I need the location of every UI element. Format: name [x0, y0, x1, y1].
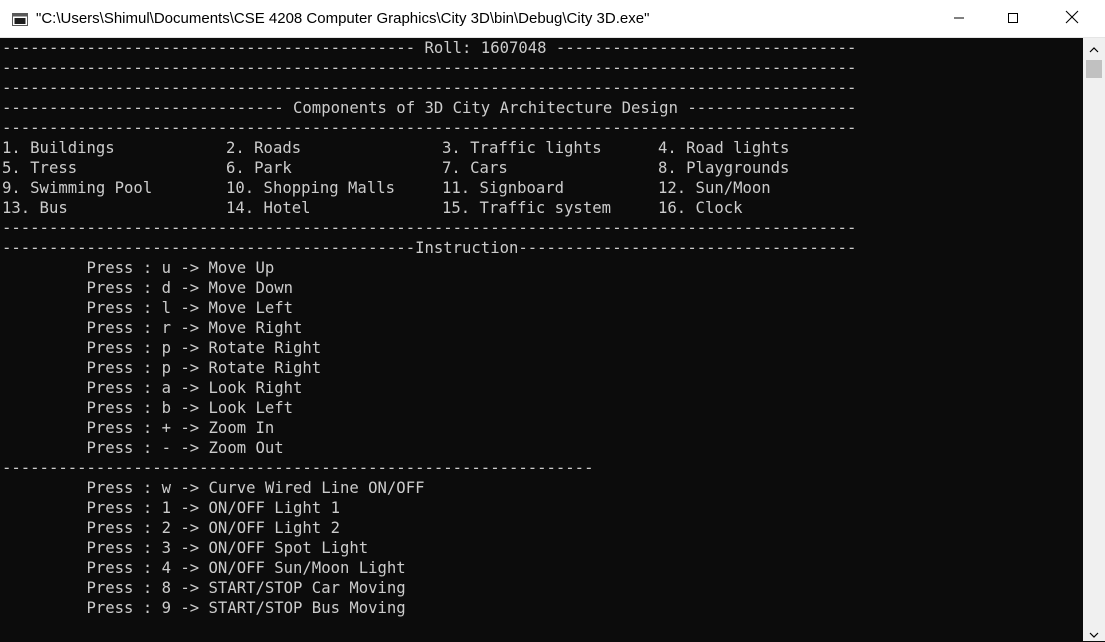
console-app-icon	[12, 11, 28, 26]
console-line: Press : 3 -> ON/OFF Spot Light	[2, 539, 369, 557]
component-item: 7. Cars	[442, 159, 508, 177]
console-line: Press : 9 -> START/STOP Bus Moving	[2, 599, 406, 617]
console-line: Press : 4 -> ON/OFF Sun/Moon Light	[2, 559, 406, 577]
console-line: Press : 8 -> START/STOP Car Moving	[2, 579, 406, 597]
console-line: Press : w -> Curve Wired Line ON/OFF	[2, 479, 425, 497]
component-row: 1. Buildings 2. Roads 3. Traffic lights 4. …	[0, 138, 1083, 158]
console-output[interactable]: ----------------------------------------…	[0, 38, 1083, 641]
component-item: 16. Clock	[658, 199, 743, 217]
console-line: ------------------------------ Component…	[2, 99, 857, 117]
console-line: Press : a -> Look Right	[2, 379, 303, 397]
component-item: 15. Traffic system	[442, 199, 611, 217]
component-item: 3. Traffic lights	[442, 139, 602, 157]
scroll-down-button[interactable]	[1083, 623, 1105, 641]
console-line: Press : + -> Zoom In	[2, 419, 275, 437]
console-line: Press : p -> Rotate Right	[2, 339, 322, 357]
console-line: Press : p -> Rotate Right	[2, 359, 322, 377]
component-item: 10. Shopping Malls	[226, 179, 395, 197]
minimize-button[interactable]	[936, 0, 982, 37]
component-item: 9. Swimming Pool	[2, 179, 153, 197]
console-line: Press : l -> Move Left	[2, 299, 294, 317]
title-bar[interactable]: "C:\Users\Shimul\Documents\CSE 4208 Comp…	[0, 0, 1105, 38]
component-item: 6. Park	[226, 159, 292, 177]
scrollbar-thumb[interactable]	[1086, 60, 1102, 78]
component-item: 4. Road lights	[658, 139, 790, 157]
console-line: ----------------------------------------…	[2, 39, 857, 57]
component-row: 5. Tress 6. Park 7. Cars 8. Playgrounds	[0, 158, 1083, 178]
component-item: 5. Tress	[2, 159, 78, 177]
component-item: 13. Bus	[2, 199, 68, 217]
console-line: ----------------------------------------…	[2, 79, 857, 97]
console-line: ----------------------------------------…	[2, 239, 857, 257]
component-item: 14. Hotel	[226, 199, 311, 217]
close-icon	[1065, 9, 1079, 28]
window-title: "C:\Users\Shimul\Documents\CSE 4208 Comp…	[36, 10, 650, 27]
console-line: ----------------------------------------…	[2, 219, 857, 237]
maximize-button[interactable]	[990, 0, 1036, 37]
component-item: 2. Roads	[226, 139, 302, 157]
component-row: 9. Swimming Pool 10. Shopping Malls 11. Si…	[0, 178, 1083, 198]
console-line: Press : - -> Zoom Out	[2, 439, 284, 457]
console-line: ----------------------------------------…	[2, 59, 857, 77]
console-line: ----------------------------------------…	[2, 119, 857, 137]
scroll-up-button[interactable]	[1083, 38, 1105, 56]
scroll-down-arrow-icon	[1089, 623, 1099, 642]
minimize-icon	[953, 9, 965, 28]
console-line: Press : b -> Look Left	[2, 399, 294, 417]
close-button[interactable]	[1049, 0, 1095, 37]
component-item: 8. Playgrounds	[658, 159, 790, 177]
vertical-scrollbar[interactable]	[1083, 38, 1105, 641]
console-line: Press : 2 -> ON/OFF Light 2	[2, 519, 340, 537]
component-item: 1. Buildings	[2, 139, 115, 157]
console-line: ----------------------------------------…	[2, 459, 594, 477]
maximize-icon	[1007, 9, 1019, 28]
scroll-up-arrow-icon	[1089, 38, 1099, 57]
console-line: Press : 1 -> ON/OFF Light 1	[2, 499, 340, 517]
console-line: Press : d -> Move Down	[2, 279, 294, 297]
component-item: 12. Sun/Moon	[658, 179, 771, 197]
console-lines: ----------------------------------------…	[0, 38, 1083, 618]
console-line: Press : r -> Move Right	[2, 319, 303, 337]
component-row: 13. Bus 14. Hotel 15. Traffic system 16. Cl…	[0, 198, 1083, 218]
component-item: 11. Signboard	[442, 179, 565, 197]
console-line: Press : u -> Move Up	[2, 259, 275, 277]
